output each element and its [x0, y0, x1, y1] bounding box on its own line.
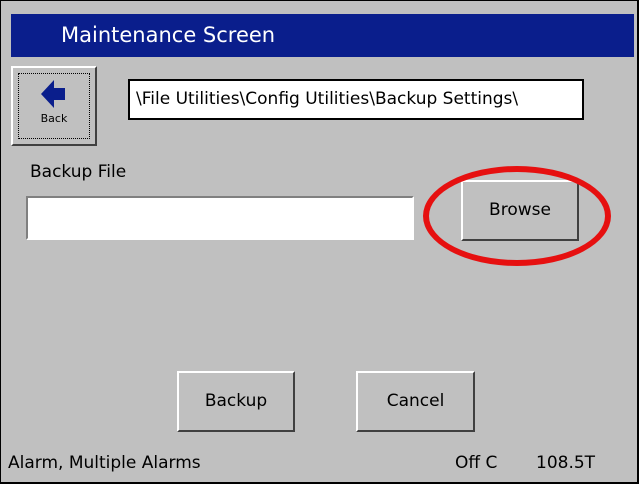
current-path-field[interactable]: \File Utilities\Config Utilities\Backup …	[128, 79, 584, 120]
status-alarm-text: Alarm, Multiple Alarms	[8, 453, 201, 473]
back-button-label: Back	[40, 112, 68, 125]
backup-button[interactable]: Backup	[177, 371, 295, 432]
backup-file-input[interactable]	[26, 196, 414, 240]
window-title: Maintenance Screen	[61, 23, 276, 47]
arrow-left-icon	[41, 80, 65, 108]
status-mode: Off C	[455, 453, 498, 473]
title-bar: Maintenance Screen	[11, 14, 634, 57]
status-value: 108.5T	[536, 453, 596, 473]
highlight-circle	[423, 166, 611, 266]
backup-file-label: Backup File	[30, 162, 127, 182]
cancel-button[interactable]: Cancel	[356, 371, 475, 432]
back-button[interactable]: Back	[11, 66, 97, 146]
